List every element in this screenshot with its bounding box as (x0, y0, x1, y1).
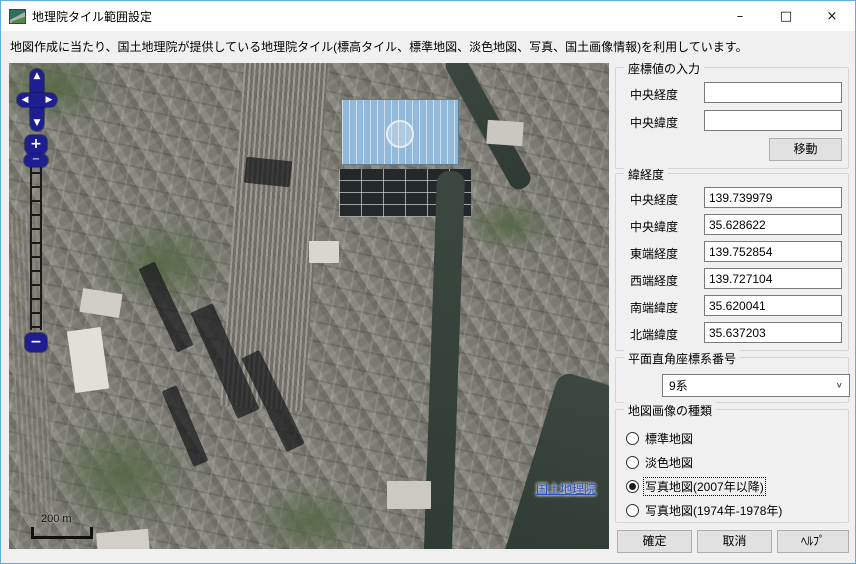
pan-control: ▲ ▼ ◀ ▶ (15, 69, 59, 131)
zoom-out-button[interactable]: − (25, 333, 47, 352)
move-button[interactable]: 移動 (769, 138, 842, 161)
north-latitude-label: 北端緯度 (630, 328, 679, 342)
west-longitude-label: 西端経度 (630, 274, 679, 288)
radio-icon[interactable] (626, 455, 639, 469)
radio-icon[interactable] (626, 431, 639, 445)
radio-label: 淡色地図 (645, 455, 694, 470)
map-building (96, 528, 150, 549)
map-building-shadow (243, 156, 293, 188)
radio-photo-map-1974[interactable]: 写真地図(1974年-1978年) (626, 502, 783, 518)
map-building (79, 288, 123, 318)
radio-icon[interactable] (626, 503, 639, 517)
zoom-in-button[interactable]: + (25, 135, 47, 154)
center-latitude-input[interactable] (704, 110, 842, 131)
center-longitude-field[interactable] (704, 187, 842, 208)
map-building (486, 119, 524, 147)
pan-down-arrow-icon[interactable]: ▼ (31, 119, 43, 128)
north-latitude-field[interactable] (704, 322, 842, 343)
map-park-area (461, 197, 557, 253)
map-bay-water (498, 370, 609, 549)
east-longitude-field[interactable] (704, 241, 842, 262)
settings-panel: 座標値の入力 中央経度 中央緯度 移動 緯経度 中央経度 中央緯度 東端経度 西… (613, 60, 851, 557)
radio-photo-map-2007[interactable]: 写真地図(2007年以降) (626, 476, 766, 496)
center-longitude-label: 中央経度 (630, 193, 679, 207)
group-title: 地図画像の種類 (624, 402, 717, 419)
radio-label: 写真地図(2007年以降) (643, 476, 766, 496)
confirm-button[interactable]: 確定 (617, 530, 692, 553)
coordinate-system-value: 9系 (669, 379, 688, 393)
map-building (309, 241, 339, 263)
window-controls: – □ × (717, 1, 855, 31)
dialog-window: 地理院タイル範囲設定 – □ × 地図作成に当たり、国土地理院が提供している地理… (0, 0, 856, 564)
scale-bracket (31, 527, 93, 539)
scale-label: 200 m (41, 513, 72, 525)
center-longitude-input-label: 中央経度 (630, 88, 679, 102)
satellite-map-viewport[interactable]: ▲ ▼ ◀ ▶ + − − 200 m 国土地理院 (9, 63, 609, 549)
attribution-link[interactable]: 国土地理院 (536, 480, 596, 497)
usage-description: 地図作成に当たり、国土地理院が提供している地理院タイル(標高タイル、標準地図、淡… (10, 40, 748, 54)
group-title: 緯経度 (624, 166, 669, 183)
group-map-type: 地図画像の種類 標準地図 淡色地図 写真地図(2007年以降) 写真地図(197… (615, 402, 849, 523)
radio-icon[interactable] (626, 479, 639, 493)
east-longitude-label: 東端経度 (630, 247, 679, 261)
zoom-slider-handle[interactable]: − (24, 154, 48, 167)
map-scale-bar: 200 m (31, 513, 95, 539)
radio-label: 写真地図(1974年-1978年) (645, 503, 783, 518)
south-latitude-label: 南端緯度 (630, 301, 679, 315)
center-latitude-label: 中央緯度 (630, 220, 679, 234)
map-blue-roof-facility (341, 99, 459, 165)
group-coordinate-system: 平面直角座標系番号 9系 ∨ (615, 350, 850, 403)
window-title: 地理院タイル範囲設定 (32, 9, 153, 24)
group-title: 座標値の入力 (624, 60, 705, 77)
help-button[interactable]: ﾍﾙﾌﾟ (777, 530, 849, 553)
title-bar[interactable]: 地理院タイル範囲設定 – □ × (1, 1, 855, 31)
minimize-button[interactable]: – (717, 1, 763, 31)
center-latitude-input-label: 中央緯度 (630, 116, 679, 130)
pan-left-arrow-icon[interactable]: ◀ (19, 96, 31, 105)
chevron-down-icon: ∨ (835, 381, 843, 390)
west-longitude-field[interactable] (704, 268, 842, 289)
group-title: 平面直角座標系番号 (624, 350, 741, 367)
group-latlon: 緯経度 中央経度 中央緯度 東端経度 西端経度 南端緯度 北端緯度 (615, 166, 849, 351)
pan-right-arrow-icon[interactable]: ▶ (43, 96, 55, 105)
radio-pale-map[interactable]: 淡色地図 (626, 454, 694, 470)
pan-up-arrow-icon[interactable]: ▲ (31, 72, 43, 81)
center-longitude-input[interactable] (704, 82, 842, 103)
map-building (387, 481, 431, 509)
radio-standard-map[interactable]: 標準地図 (626, 430, 694, 446)
zoom-slider-track[interactable] (30, 158, 42, 330)
cancel-button[interactable]: 取消 (697, 530, 772, 553)
map-park-area (245, 483, 375, 549)
coordinate-system-select[interactable]: 9系 ∨ (662, 374, 850, 397)
maximize-button[interactable]: □ (763, 1, 809, 31)
center-latitude-field[interactable] (704, 214, 842, 235)
south-latitude-field[interactable] (704, 295, 842, 316)
radio-label: 標準地図 (645, 431, 694, 446)
map-white-building (66, 326, 110, 394)
close-button[interactable]: × (809, 1, 855, 31)
app-map-icon (9, 8, 26, 24)
group-coordinate-input: 座標値の入力 中央経度 中央緯度 移動 (615, 60, 849, 169)
